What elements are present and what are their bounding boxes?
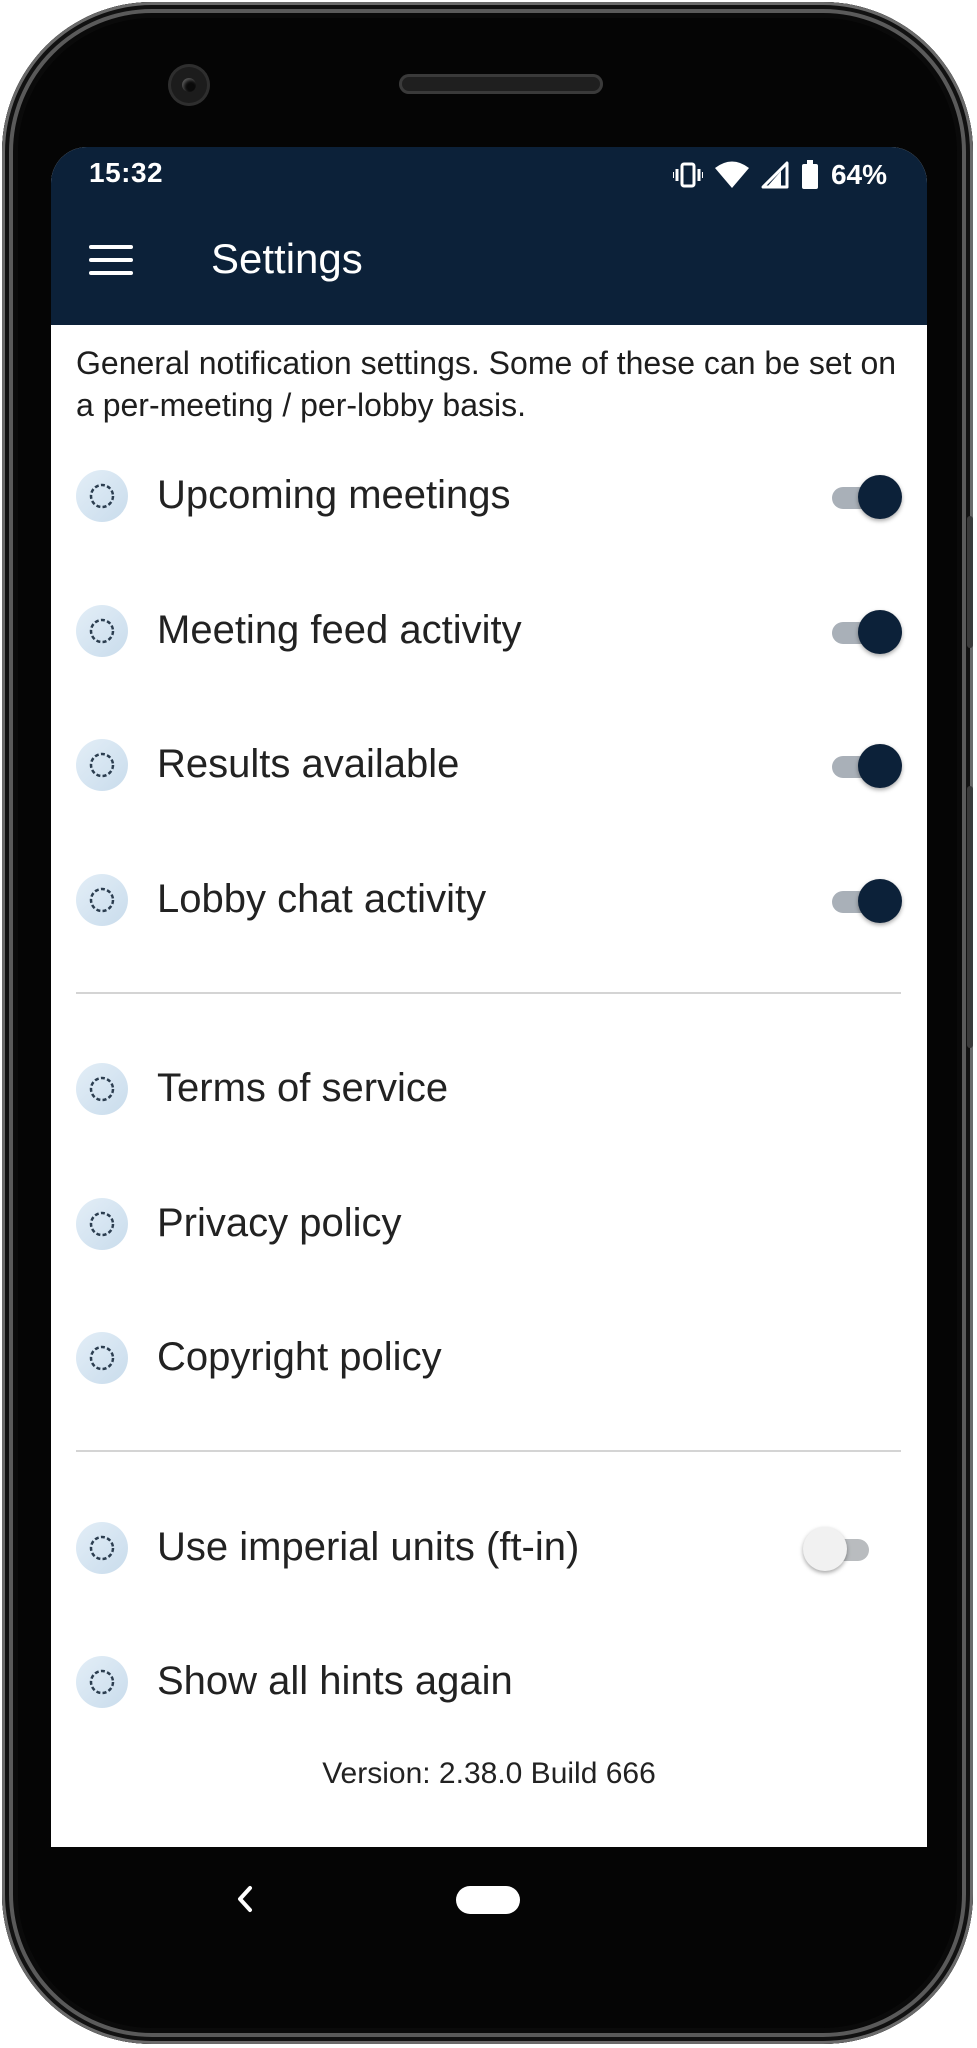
front-camera: [168, 64, 210, 106]
battery-icon: [801, 160, 819, 190]
terms-of-service-link[interactable]: Terms of service: [51, 1032, 927, 1142]
back-chevron-icon[interactable]: [230, 1882, 260, 1916]
setting-label: Meeting feed activity: [157, 608, 522, 652]
status-time: 15:32: [89, 157, 164, 188]
setting-label: Terms of service: [157, 1066, 449, 1110]
meeting-feed-activity-toggle[interactable]: [822, 610, 902, 654]
setting-row-upcoming-meetings[interactable]: Upcoming meetings: [51, 439, 927, 549]
app-bar: Settings: [51, 203, 927, 325]
toggle-thumb: [858, 475, 902, 519]
lobby-chat-activity-toggle[interactable]: [822, 879, 902, 923]
show-all-hints-again-row[interactable]: Show all hints again: [51, 1625, 927, 1735]
status-icons: 64%: [672, 157, 887, 193]
setting-label: Show all hints again: [157, 1659, 513, 1703]
battery-percent: 64%: [830, 159, 887, 190]
setting-label: Results available: [157, 742, 460, 786]
home-pill-icon[interactable]: [456, 1886, 520, 1914]
phone-frame: 15:32 64% Settings General notification …: [2, 2, 973, 2044]
settings-gear-icon: [76, 874, 128, 926]
earpiece-speaker: [399, 74, 603, 94]
upcoming-meetings-toggle[interactable]: [822, 475, 902, 519]
settings-gear-icon: [76, 1656, 128, 1708]
toggle-thumb: [803, 1527, 847, 1571]
toggle-thumb: [858, 744, 902, 788]
setting-row-results-available[interactable]: Results available: [51, 708, 927, 818]
toggle-thumb: [858, 879, 902, 923]
imperial-units-toggle[interactable]: [803, 1527, 883, 1571]
section-divider: [76, 1450, 901, 1452]
screen: 15:32 64% Settings General notification …: [51, 147, 927, 1847]
settings-gear-icon: [76, 1198, 128, 1250]
copyright-policy-link[interactable]: Copyright policy: [51, 1301, 927, 1411]
setting-label: Copyright policy: [157, 1335, 442, 1379]
results-available-toggle[interactable]: [822, 744, 902, 788]
settings-gear-icon: [76, 1063, 128, 1115]
wifi-icon: [714, 161, 749, 189]
setting-row-meeting-feed-activity[interactable]: Meeting feed activity: [51, 574, 927, 684]
setting-label: Lobby chat activity: [157, 877, 487, 921]
version-label: Version: 2.38.0 Build 666: [322, 1757, 656, 1790]
volume-button: [967, 516, 973, 648]
settings-gear-icon: [76, 1332, 128, 1384]
setting-row-imperial-units[interactable]: Use imperial units (ft-in): [51, 1491, 927, 1601]
toggle-thumb: [858, 610, 902, 654]
setting-label: Use imperial units (ft-in): [157, 1525, 580, 1569]
privacy-policy-link[interactable]: Privacy policy: [51, 1167, 927, 1277]
power-button: [967, 786, 973, 1048]
settings-gear-icon: [76, 1522, 128, 1574]
setting-label: Upcoming meetings: [157, 473, 511, 517]
setting-row-lobby-chat-activity[interactable]: Lobby chat activity: [51, 843, 927, 953]
signal-icon: [761, 161, 789, 189]
status-bar: 15:32 64%: [51, 147, 927, 203]
setting-label: Privacy policy: [157, 1201, 402, 1245]
vibrate-icon: [672, 161, 703, 189]
settings-gear-icon: [76, 605, 128, 657]
settings-gear-icon: [76, 470, 128, 522]
intro-text: General notification settings. Some of t…: [76, 345, 897, 423]
section-divider: [76, 992, 901, 994]
settings-gear-icon: [76, 739, 128, 791]
page-title: Settings: [211, 235, 363, 282]
hamburger-menu-icon[interactable]: [89, 243, 133, 277]
